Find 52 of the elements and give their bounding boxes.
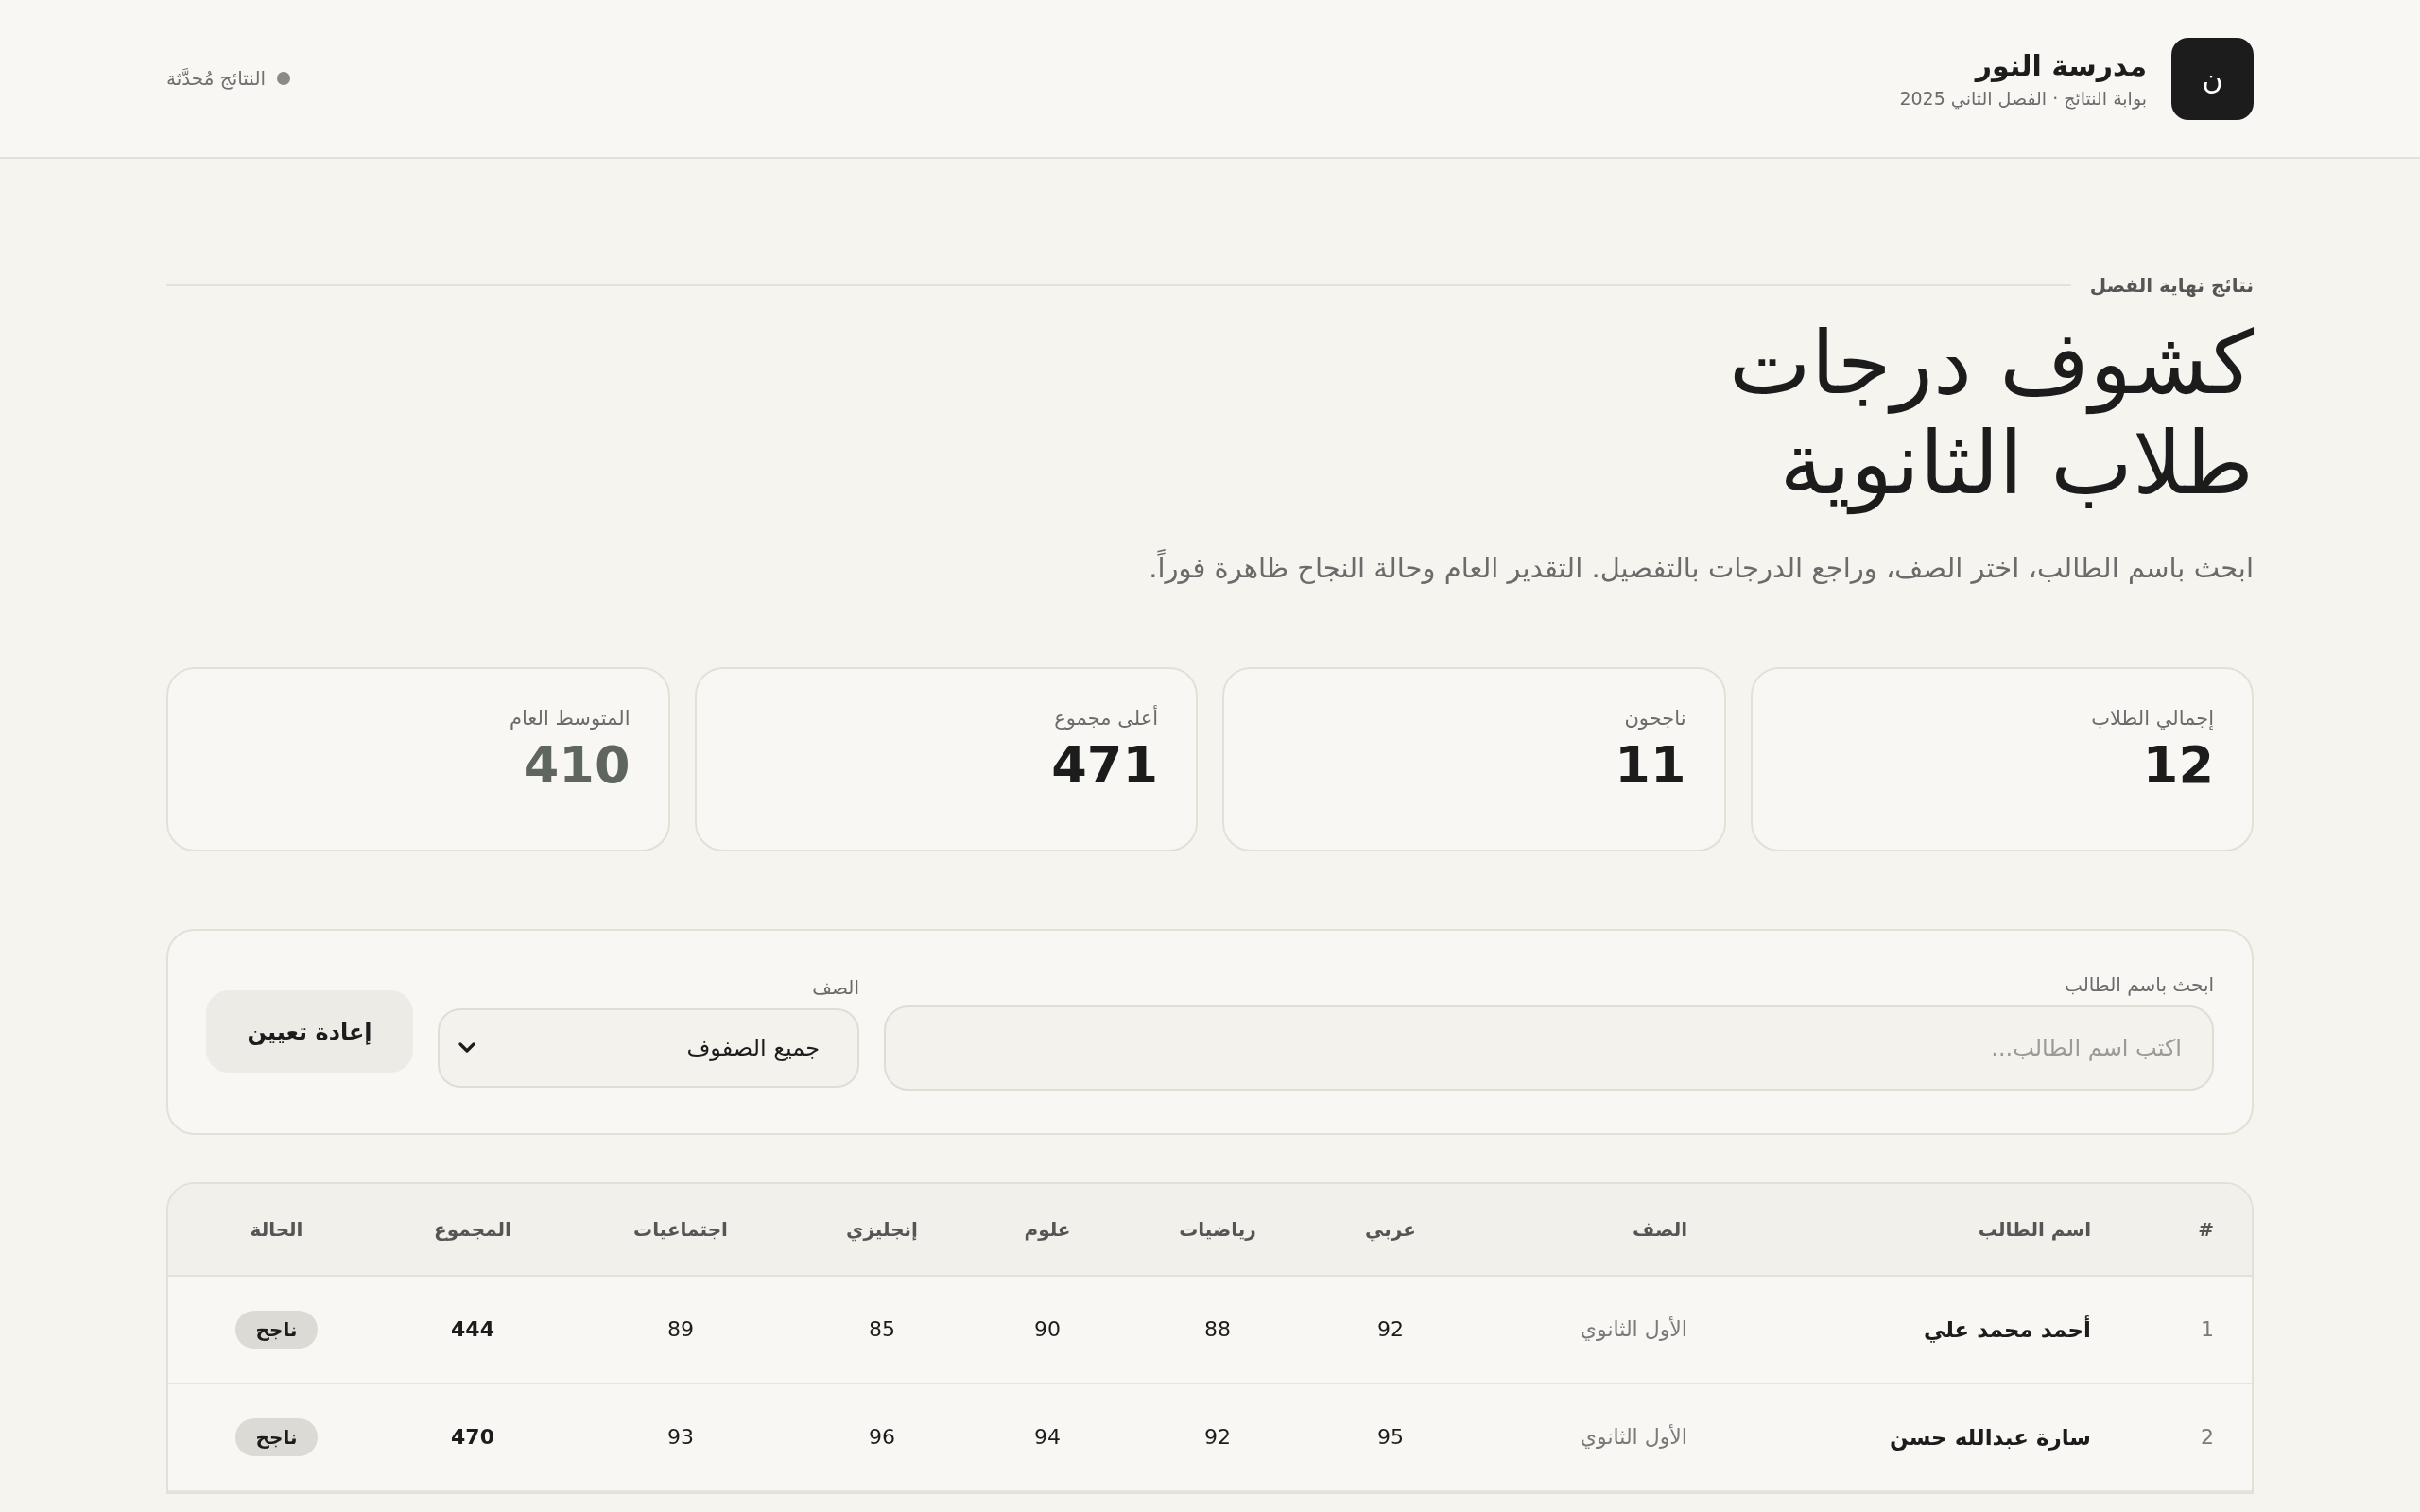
- field-label: ابحث باسم الطالب: [2065, 972, 2214, 996]
- total-cell-text: 470: [450, 1424, 495, 1452]
- column-header: علوم: [1023, 1216, 1072, 1243]
- search-field[interactable]: اكتب اسم الطالب...: [884, 1005, 2214, 1091]
- portal-subtitle: بوابة النتائج · الفصل الثاني 2025: [1899, 87, 2147, 109]
- stat-label: أعلى مجموع: [1054, 706, 1158, 730]
- stat-value: 12: [2142, 736, 2214, 793]
- column-header: الحالة: [249, 1216, 304, 1243]
- column-header: رياضيات: [1178, 1216, 1257, 1243]
- total-cell-text: 444: [450, 1316, 495, 1344]
- field-label: الصف: [812, 975, 859, 999]
- score-cell-text: 89: [666, 1316, 695, 1344]
- student-name-cell-text: أحمد محمد علي: [1922, 1314, 2092, 1345]
- column-header: اجتماعيات: [632, 1216, 729, 1243]
- page-title: كشوف درجات طلاب الثانوية: [1728, 314, 2254, 514]
- stat-value: 410: [523, 736, 631, 793]
- stat-label: إجمالي الطلاب: [2091, 706, 2214, 730]
- page-description: ابحث باسم الطالب، اختر الصف، وراجع الدرجات بالتفصيل. التقدير العام وحالة النجاح ظاهرة فوراً.: [1148, 551, 2254, 584]
- logo: ن: [2171, 37, 2254, 120]
- score-cell-text: 90: [1033, 1316, 1062, 1344]
- score-cell-text: 88: [1203, 1316, 1232, 1344]
- score-cell-text: 85: [868, 1316, 896, 1344]
- section-eyebrow: نتائج نهاية الفصل: [2089, 274, 2254, 297]
- status-badge: ناجح: [234, 1310, 319, 1349]
- stat-value: 11: [1615, 736, 1686, 793]
- school-name: مدرسة النور: [1973, 48, 2147, 82]
- status-dot-icon: [277, 72, 291, 85]
- reset-button[interactable]: إعادة تعيين: [206, 990, 413, 1074]
- column-header: عربي: [1364, 1216, 1417, 1244]
- score-cell-text: 92: [1203, 1424, 1232, 1452]
- stat-label: المتوسط العام: [509, 706, 631, 730]
- status-text: النتائج مُحدَّثة: [166, 67, 267, 90]
- column-header: الصف: [1632, 1216, 1688, 1243]
- score-cell-text: 96: [868, 1424, 896, 1452]
- table-cell-text: الأول الثانوي: [1579, 1315, 1688, 1344]
- chevron-down-icon: [458, 1041, 475, 1054]
- score-cell-text: 94: [1033, 1424, 1062, 1452]
- column-header: إنجليزي: [845, 1216, 919, 1244]
- row-number: 2: [2200, 1424, 2215, 1452]
- score-cell-text: 93: [666, 1424, 695, 1452]
- score-cell-text: 92: [1376, 1316, 1405, 1344]
- column-header: اسم الطالب: [1977, 1216, 2092, 1243]
- status-badge: ناجح: [234, 1418, 319, 1456]
- column-header: #: [2197, 1216, 2215, 1243]
- class-select[interactable]: جميع الصفوف: [438, 1007, 859, 1088]
- student-name-cell-text: سارة عبدالله حسن: [1889, 1423, 2092, 1452]
- row-number: 1: [2200, 1316, 2215, 1344]
- table-cell-text: الأول الثانوي: [1579, 1423, 1688, 1452]
- score-cell-text: 95: [1376, 1424, 1405, 1452]
- stat-value: 471: [1051, 736, 1158, 793]
- column-header: المجموع: [433, 1216, 512, 1243]
- stat-label: ناجحون: [1624, 706, 1686, 730]
